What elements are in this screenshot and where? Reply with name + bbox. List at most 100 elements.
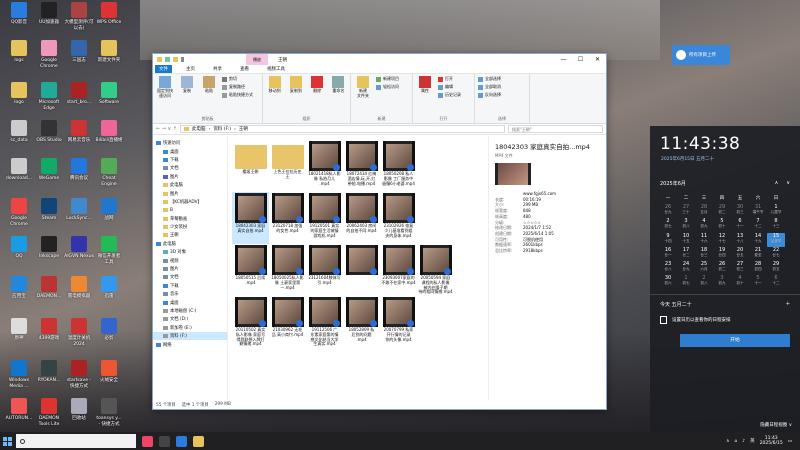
- desktop-shortcut[interactable]: Cheat Engine: [94, 158, 124, 187]
- move-to-button[interactable]: 移动到: [266, 76, 283, 94]
- desktop-shortcut[interactable]: QQ影音: [4, 2, 34, 26]
- desktop-shortcut[interactable]: Steam: [34, 198, 64, 222]
- nav-item[interactable]: B: [153, 206, 227, 214]
- select-all-button[interactable]: 全部选择: [478, 76, 526, 82]
- calendar-day[interactable]: 28 五月: [695, 204, 713, 218]
- calendar-day[interactable]: 17 廿二: [677, 247, 695, 261]
- folder-icon[interactable]: [157, 57, 162, 62]
- nav-item[interactable]: 资料 (F:): [153, 331, 227, 341]
- nav-item[interactable]: 本地磁盘 (C:): [153, 307, 227, 315]
- chevron-down-icon[interactable]: [181, 57, 184, 62]
- desktop-shortcut[interactable]: 雷电模拟器: [64, 276, 94, 300]
- desktop-shortcut[interactable]: 战网: [94, 198, 124, 222]
- desktop-shortcut[interactable]: 应用宝: [4, 276, 34, 300]
- breadcrumb-drive[interactable]: 资料 (F:): [213, 126, 231, 132]
- calendar-day[interactable]: 11 十六: [695, 233, 713, 247]
- calendar-day[interactable]: 23 廿八: [659, 261, 677, 275]
- video-file-item[interactable]: 23121604肢体写 引.mp4: [306, 244, 343, 296]
- invert-selection-button[interactable]: 反向选择: [478, 92, 526, 98]
- calendar-day[interactable]: 8 十三: [767, 218, 785, 232]
- input-language[interactable]: 英: [750, 438, 755, 444]
- calendar-day[interactable]: 1 儿童节: [767, 204, 785, 218]
- nav-item[interactable]: 文档: [153, 273, 227, 281]
- video-file-item[interactable]: 18072434 红梅 酒店情,玩,开,红 带船.电播.mp4: [343, 140, 380, 192]
- desktop-shortcut[interactable]: download...: [4, 158, 34, 182]
- calendar-day[interactable]: 29 初五: [767, 261, 785, 275]
- maximize-button[interactable]: ☐: [572, 54, 589, 65]
- nav-item[interactable]: 草莓動画: [153, 215, 227, 223]
- history-button[interactable]: 历史记录: [438, 92, 461, 98]
- calendar-day[interactable]: 18 廿三: [695, 247, 713, 261]
- calendar-day[interactable]: 26 初二: [713, 261, 731, 275]
- desktop-shortcut[interactable]: 微信开发者 工具: [94, 236, 124, 265]
- close-button[interactable]: ✕: [589, 54, 606, 65]
- tab-play-context[interactable]: 播放: [246, 54, 268, 65]
- nav-item[interactable]: 图片: [153, 173, 227, 181]
- calendar-day[interactable]: 30 初六: [659, 275, 677, 289]
- desktop-shortcut[interactable]: Google Chrome: [4, 198, 34, 227]
- breadcrumb-pc[interactable]: 此电脑: [192, 126, 206, 132]
- network-icon[interactable]: ⌂: [734, 439, 737, 444]
- video-file-item[interactable]: 23120718 加强 的女性.mp4: [269, 192, 306, 244]
- calendar-day[interactable]: 20 廿五: [731, 247, 749, 261]
- taskbar-clock[interactable]: 11:43 2025/6/15: [760, 436, 783, 447]
- desktop-shortcut[interactable]: 火绒安全: [94, 360, 124, 384]
- taskbar-app-icon[interactable]: [142, 435, 153, 447]
- navigation-arrows[interactable]: ← → ∨ ↑: [156, 126, 177, 132]
- folder-item[interactable]: 樱坂王朝: [232, 140, 269, 192]
- edit-button[interactable]: 编辑: [438, 84, 461, 90]
- nav-item[interactable]: 少女装扮: [153, 223, 227, 231]
- desktop-shortcut[interactable]: DAEMON Tools Lite: [34, 398, 64, 427]
- calendar-day[interactable]: 26 廿九: [659, 204, 677, 218]
- calendar-day[interactable]: 5 初十: [713, 218, 731, 232]
- desktop-shortcut[interactable]: AIGVN Nexus: [64, 236, 94, 260]
- video-file-item[interactable]: 18050208 私人 影像 工厂服务中 极慢6小老婆.mp4: [380, 140, 417, 192]
- paste-button[interactable]: 粘贴: [200, 76, 218, 98]
- video-file-item[interactable]: 18021418私人影 像 私拍月儿 .mp4: [306, 140, 343, 192]
- new-folder-button[interactable]: 新建 文件夹: [354, 76, 372, 98]
- calendar-day[interactable]: 5 十一: [749, 275, 767, 289]
- tray-chevron-icon[interactable]: ∧: [726, 439, 729, 444]
- select-none-button[interactable]: 全部取消: [478, 84, 526, 90]
- desktop-shortcut[interactable]: Google Chrome: [34, 40, 64, 69]
- desktop-shortcut[interactable]: 腾讯会议: [64, 158, 94, 182]
- prev-month-icon[interactable]: ∧: [775, 180, 779, 187]
- desktop-shortcut[interactable]: 迅雷: [94, 276, 124, 300]
- calendar-day[interactable]: 21 夏至: [749, 247, 767, 261]
- calendar-day[interactable]: 27 初三: [731, 261, 749, 275]
- video-file-item[interactable]: 20050594 家庭 课程的私人影像 被内在隆子期 待的相同情感.mp4: [417, 244, 454, 296]
- desktop-shortcut[interactable]: 回收站: [64, 398, 94, 422]
- desktop-shortcut[interactable]: WeGame: [34, 158, 64, 182]
- rename-button[interactable]: 重命名: [330, 76, 347, 94]
- calendar-day[interactable]: 14 十九: [749, 233, 767, 247]
- calendar-day[interactable]: 16 廿一: [659, 247, 677, 261]
- taskbar-search[interactable]: [16, 434, 136, 448]
- video-file-item[interactable]: 20110502 真实 私人影像 家庭写 得我联想入牌打 剩情绪.mp4: [232, 296, 269, 348]
- desktop-shortcut[interactable]: 必剪: [94, 318, 124, 342]
- desktop-shortcut[interactable]: Inkscape: [34, 236, 64, 260]
- easy-access-button[interactable]: 轻松访问: [376, 84, 399, 90]
- video-file-item[interactable]: 23093007家庭的 不敢不在家中.mp4: [380, 244, 417, 296]
- folder-item[interactable]: 上色王拉拉历史 王: [269, 140, 306, 192]
- calendar-day[interactable]: 22 廿七: [767, 247, 785, 261]
- calendar-day[interactable]: 13 十八: [731, 233, 749, 247]
- tab-share[interactable]: 共享: [209, 65, 226, 73]
- properties-button[interactable]: 属性: [416, 76, 434, 98]
- desktop-shortcut[interactable]: OBS Studio: [34, 120, 64, 144]
- desktop-shortcut[interactable]: 温度计关机 2024: [64, 318, 94, 347]
- nav-item[interactable]: 此电脑: [153, 181, 227, 189]
- desktop-shortcut[interactable]: UU加速器: [34, 2, 64, 26]
- desktop-shortcut[interactable]: Windows Media ...: [4, 360, 34, 389]
- desktop-shortcut[interactable]: sc_data: [4, 120, 34, 144]
- volume-icon[interactable]: ♪: [742, 439, 745, 444]
- nav-item[interactable]: 视频: [153, 256, 227, 264]
- desktop-shortcut[interactable]: logs: [4, 40, 34, 64]
- tab-view[interactable]: 查看: [236, 65, 253, 73]
- desktop-shortcut[interactable]: toansys y... - 快捷方式: [94, 398, 124, 427]
- nav-item[interactable]: 新加卷 (E:): [153, 324, 227, 332]
- calendar-day[interactable]: 29 初二: [713, 204, 731, 218]
- desktop-shortcut[interactable]: RYOKAN...: [34, 360, 64, 384]
- desktop-shortcut[interactable]: LuckSync...: [64, 198, 94, 222]
- nav-item[interactable]: 图片: [153, 189, 227, 197]
- desktop-shortcut[interactable]: 原神: [4, 318, 34, 342]
